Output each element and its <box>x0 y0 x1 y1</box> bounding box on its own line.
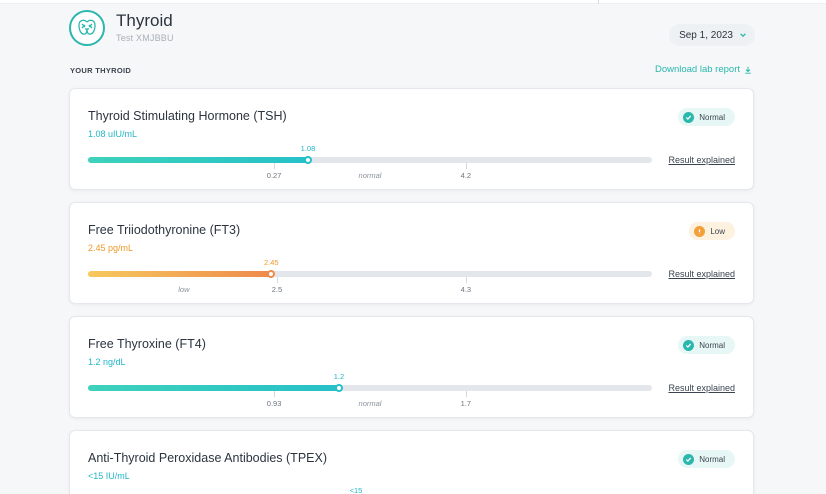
marker-value: <15 <box>349 486 363 494</box>
tick-low <box>274 391 276 397</box>
range-bar: 2.45 low 2.5 4.3 <box>88 258 652 294</box>
status-badge: Normal <box>678 108 735 126</box>
tick-label-high: 1.7 <box>460 399 472 408</box>
tick-low <box>274 163 276 169</box>
tick-label-low: 2.5 <box>271 285 283 294</box>
status-label: Normal <box>699 454 725 464</box>
result-explained-link[interactable]: Result explained <box>668 155 735 165</box>
result-card-tsh[interactable]: Thyroid Stimulating Hormone (TSH) 1.08 u… <box>69 88 754 190</box>
status-label: Low <box>710 226 725 236</box>
marker-value: 2.45 <box>263 258 279 267</box>
range-fill <box>88 271 272 277</box>
top-bar <box>0 0 826 4</box>
tick-label-low: 0.27 <box>266 171 282 180</box>
test-name: Anti-Thyroid Peroxidase Antibodies (TPEX… <box>88 451 327 465</box>
check-icon <box>683 339 695 351</box>
result-card-ft3[interactable]: Free Triiodothyronine (FT3) 2.45 pg/mL L… <box>69 202 754 304</box>
marker-value: 1.2 <box>333 372 345 381</box>
range-marker <box>334 384 343 392</box>
download-icon <box>745 66 751 74</box>
tick-low <box>276 277 278 283</box>
test-name: Free Triiodothyronine (FT3) <box>88 223 241 237</box>
tick-label-high: 4.3 <box>460 285 472 294</box>
test-name: Thyroid Stimulating Hormone (TSH) <box>88 109 287 123</box>
chevron-down-icon <box>740 33 746 38</box>
zone-label: normal <box>358 171 382 180</box>
result-explained-link[interactable]: Result explained <box>668 383 735 393</box>
result-card-ft4[interactable]: Free Thyroxine (FT4) 1.2 ng/dL Normal 1.… <box>69 316 754 418</box>
range-fill <box>88 385 339 391</box>
check-icon <box>683 111 695 123</box>
check-icon <box>683 453 695 465</box>
date-selector[interactable]: Sep 1, 2023 <box>669 24 755 46</box>
page-title: Thyroid <box>116 11 173 30</box>
zone-label: low <box>178 285 190 294</box>
status-label: Normal <box>699 112 725 122</box>
status-badge: Low <box>689 222 735 240</box>
test-value: 1.08 uIU/mL <box>88 129 138 139</box>
tick-label-high: 4.2 <box>460 171 472 180</box>
range-bar: 1.08 0.27 normal 4.2 <box>88 144 652 180</box>
status-badge: Normal <box>678 336 735 354</box>
result-card-tpex[interactable]: Anti-Thyroid Peroxidase Antibodies (TPEX… <box>69 430 754 494</box>
status-badge: Normal <box>678 450 735 468</box>
section-label: YOUR THYROID <box>70 66 132 75</box>
test-name: Free Thyroxine (FT4) <box>88 337 206 351</box>
top-divider <box>598 0 599 4</box>
status-label: Normal <box>699 340 725 350</box>
marker-value: 1.08 <box>300 144 316 153</box>
thyroid-logo-icon <box>69 10 105 46</box>
test-value: 2.45 pg/mL <box>88 243 134 253</box>
tick-high <box>465 277 467 283</box>
alert-icon <box>694 225 706 237</box>
tick-high <box>465 391 467 397</box>
download-label: Download lab report <box>654 64 740 75</box>
zone-label: normal <box>358 399 382 408</box>
tick-label-low: 0.93 <box>266 399 282 408</box>
download-lab-report-link[interactable]: Download lab report <box>655 64 752 75</box>
test-id: Test XMJBBU <box>116 33 174 43</box>
range-bar: 1.2 0.93 normal 1.7 <box>88 372 652 408</box>
page-header: Thyroid Test XMJBBU Sep 1, 2023 <box>69 10 755 50</box>
test-value: <15 IU/mL <box>88 471 130 481</box>
tick-high <box>465 163 467 169</box>
range-marker <box>303 156 312 164</box>
result-explained-link[interactable]: Result explained <box>668 269 735 279</box>
test-value: 1.2 ng/dL <box>88 357 126 367</box>
date-label: Sep 1, 2023 <box>679 29 733 41</box>
